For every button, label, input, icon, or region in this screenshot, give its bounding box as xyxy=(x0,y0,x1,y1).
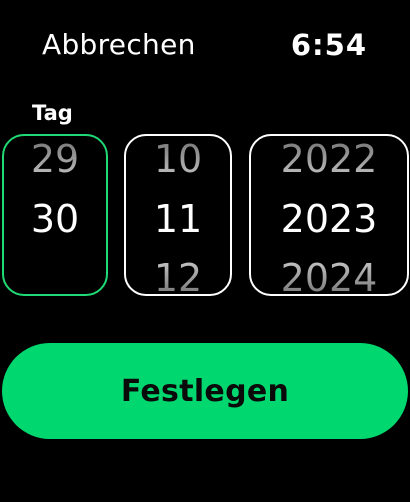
cancel-button[interactable]: Abbrechen xyxy=(42,27,196,63)
day-current-value: 30 xyxy=(30,197,80,241)
month-wheel[interactable]: 10 11 12 xyxy=(124,134,232,296)
month-current-value: 11 xyxy=(153,197,203,241)
active-field-label: Tag xyxy=(32,101,73,125)
year-current-value: 2023 xyxy=(280,197,378,241)
month-prev-value[interactable]: 10 xyxy=(126,136,230,182)
day-wheel[interactable]: 29 30 xyxy=(2,134,108,296)
year-prev-value[interactable]: 2022 xyxy=(251,136,407,182)
set-button[interactable]: Festlegen xyxy=(2,343,408,439)
month-next-value[interactable]: 12 xyxy=(126,255,230,294)
year-next-value[interactable]: 2024 xyxy=(251,255,407,294)
day-prev-value[interactable]: 29 xyxy=(4,136,106,182)
clock-time: 6:54 xyxy=(290,28,367,62)
year-wheel[interactable]: 2022 2023 2024 xyxy=(249,134,409,296)
